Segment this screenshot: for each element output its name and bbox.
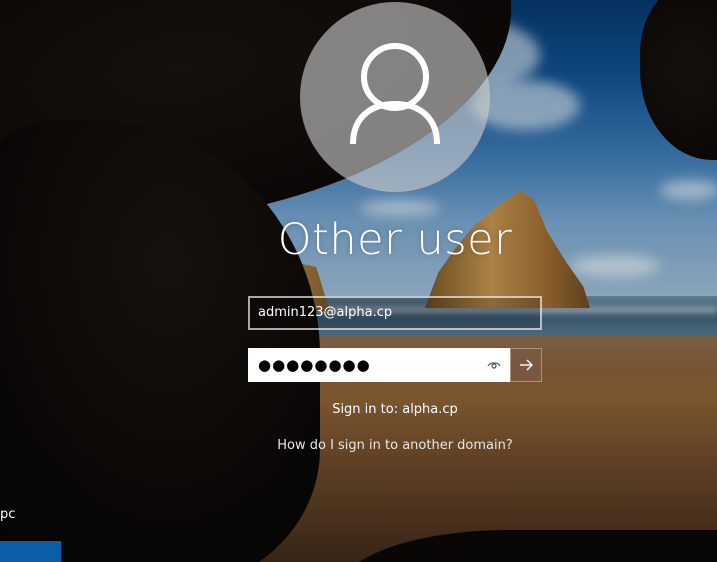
eye-icon[interactable] bbox=[486, 357, 502, 373]
user-avatar bbox=[300, 2, 490, 192]
lock-screen: Other user admin123@alpha.cp ●●●●●●●● Si… bbox=[0, 0, 717, 562]
another-domain-link[interactable]: How do I sign in to another domain? bbox=[230, 436, 560, 456]
user-tile[interactable] bbox=[0, 541, 61, 562]
user-silhouette-icon bbox=[350, 43, 440, 145]
username-input[interactable]: admin123@alpha.cp bbox=[248, 296, 542, 330]
password-input[interactable]: ●●●●●●●● bbox=[248, 348, 510, 382]
username-heading: Other user bbox=[277, 215, 513, 265]
other-user-entry-label[interactable]: pc bbox=[0, 505, 15, 525]
sign-in-domain-label: Sign in to: alpha.cp bbox=[332, 402, 458, 417]
submit-button[interactable] bbox=[510, 348, 542, 382]
arrow-right-icon bbox=[520, 359, 533, 371]
